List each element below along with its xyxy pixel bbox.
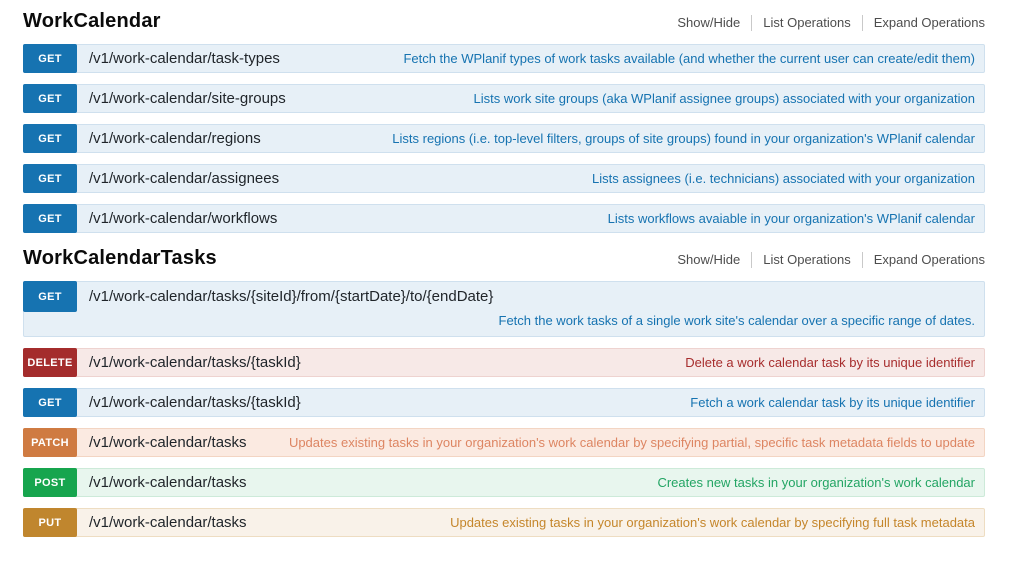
http-method-badge[interactable]: POST <box>23 468 77 497</box>
operation-row[interactable]: GET /v1/work-calendar/tasks/{siteId}/fro… <box>23 281 985 337</box>
operation-description-link[interactable]: Lists workflows avaiable in your organiz… <box>594 205 984 232</box>
swagger-api-docs: WorkCalendar Show/Hide List Operations E… <box>0 0 1010 561</box>
operation-path-link[interactable]: /v1/work-calendar/tasks/{siteId}/from/{s… <box>89 282 493 311</box>
section-link[interactable]: Expand Operations <box>862 252 985 268</box>
operation-path-link[interactable]: /v1/work-calendar/workflows <box>89 205 277 232</box>
operation-path-line: GET /v1/work-calendar/tasks/{siteId}/fro… <box>24 282 984 311</box>
operation-description-link[interactable]: Updates existing tasks in your organizat… <box>275 429 984 456</box>
operation-row[interactable]: POST /v1/work-calendar/tasks Creates new… <box>23 468 985 497</box>
operation-row[interactable]: PATCH /v1/work-calendar/tasks Updates ex… <box>23 428 985 457</box>
section-link[interactable]: Show/Hide <box>677 252 751 268</box>
operation-row[interactable]: GET /v1/work-calendar/regions Lists regi… <box>23 124 985 153</box>
operation-path-link[interactable]: /v1/work-calendar/tasks <box>89 509 247 536</box>
http-method-badge[interactable]: PATCH <box>23 428 77 457</box>
section-link[interactable]: List Operations <box>751 252 861 268</box>
operation-row[interactable]: GET /v1/work-calendar/site-groups Lists … <box>23 84 985 113</box>
operation-row[interactable]: PUT /v1/work-calendar/tasks Updates exis… <box>23 508 985 537</box>
operation-path-link[interactable]: /v1/work-calendar/tasks <box>89 429 247 456</box>
http-method-badge[interactable]: DELETE <box>23 348 77 377</box>
section-title[interactable]: WorkCalendar <box>23 10 161 33</box>
section-header: WorkCalendarTasks Show/Hide List Operati… <box>23 247 985 270</box>
operation-row[interactable]: GET /v1/work-calendar/tasks/{taskId} Fet… <box>23 388 985 417</box>
operation-row[interactable]: GET /v1/work-calendar/assignees Lists as… <box>23 164 985 193</box>
http-method-badge[interactable]: GET <box>23 124 77 153</box>
operation-path-link[interactable]: /v1/work-calendar/assignees <box>89 165 279 192</box>
section-link[interactable]: Expand Operations <box>862 15 985 31</box>
http-method-badge[interactable]: GET <box>23 44 77 73</box>
http-method-badge[interactable]: GET <box>23 281 77 312</box>
operation-description-link[interactable]: Lists work site groups (aka WPlanif assi… <box>460 85 984 112</box>
operations-list: GET /v1/work-calendar/task-types Fetch t… <box>23 44 985 233</box>
section-link[interactable]: List Operations <box>751 15 861 31</box>
section-link[interactable]: Show/Hide <box>677 15 751 31</box>
operation-description-link[interactable]: Creates new tasks in your organization's… <box>643 469 984 496</box>
operation-description-link[interactable]: Delete a work calendar task by its uniqu… <box>671 349 984 376</box>
operation-path-link[interactable]: /v1/work-calendar/site-groups <box>89 85 286 112</box>
operation-row[interactable]: DELETE /v1/work-calendar/tasks/{taskId} … <box>23 348 985 377</box>
operation-description-link[interactable]: Fetch the work tasks of a single work si… <box>24 311 984 336</box>
operation-path-link[interactable]: /v1/work-calendar/tasks/{taskId} <box>89 389 301 416</box>
operation-path-link[interactable]: /v1/work-calendar/regions <box>89 125 261 152</box>
section-links: Show/Hide List Operations Expand Operati… <box>677 15 985 31</box>
operation-description-link[interactable]: Updates existing tasks in your organizat… <box>436 509 984 536</box>
http-method-badge[interactable]: GET <box>23 84 77 113</box>
operation-description-link[interactable]: Fetch a work calendar task by its unique… <box>676 389 984 416</box>
operation-path-link[interactable]: /v1/work-calendar/tasks/{taskId} <box>89 349 301 376</box>
operation-description-link[interactable]: Lists regions (i.e. top-level filters, g… <box>378 125 984 152</box>
http-method-badge[interactable]: GET <box>23 164 77 193</box>
http-method-badge[interactable]: GET <box>23 204 77 233</box>
operation-description-link[interactable]: Fetch the WPlanif types of work tasks av… <box>389 45 984 72</box>
operation-row[interactable]: GET /v1/work-calendar/task-types Fetch t… <box>23 44 985 73</box>
operation-description-link[interactable]: Lists assignees (i.e. technicians) assoc… <box>578 165 984 192</box>
http-method-badge[interactable]: GET <box>23 388 77 417</box>
operations-list: GET /v1/work-calendar/tasks/{siteId}/fro… <box>23 281 985 537</box>
section-links: Show/Hide List Operations Expand Operati… <box>677 252 985 268</box>
operation-path-link[interactable]: /v1/work-calendar/tasks <box>89 469 247 496</box>
operation-row[interactable]: GET /v1/work-calendar/workflows Lists wo… <box>23 204 985 233</box>
http-method-badge[interactable]: PUT <box>23 508 77 537</box>
section-title[interactable]: WorkCalendarTasks <box>23 247 217 270</box>
operation-path-link[interactable]: /v1/work-calendar/task-types <box>89 45 280 72</box>
api-section: WorkCalendarTasks Show/Hide List Operati… <box>23 247 985 537</box>
section-header: WorkCalendar Show/Hide List Operations E… <box>23 10 985 33</box>
api-section: WorkCalendar Show/Hide List Operations E… <box>23 10 985 233</box>
